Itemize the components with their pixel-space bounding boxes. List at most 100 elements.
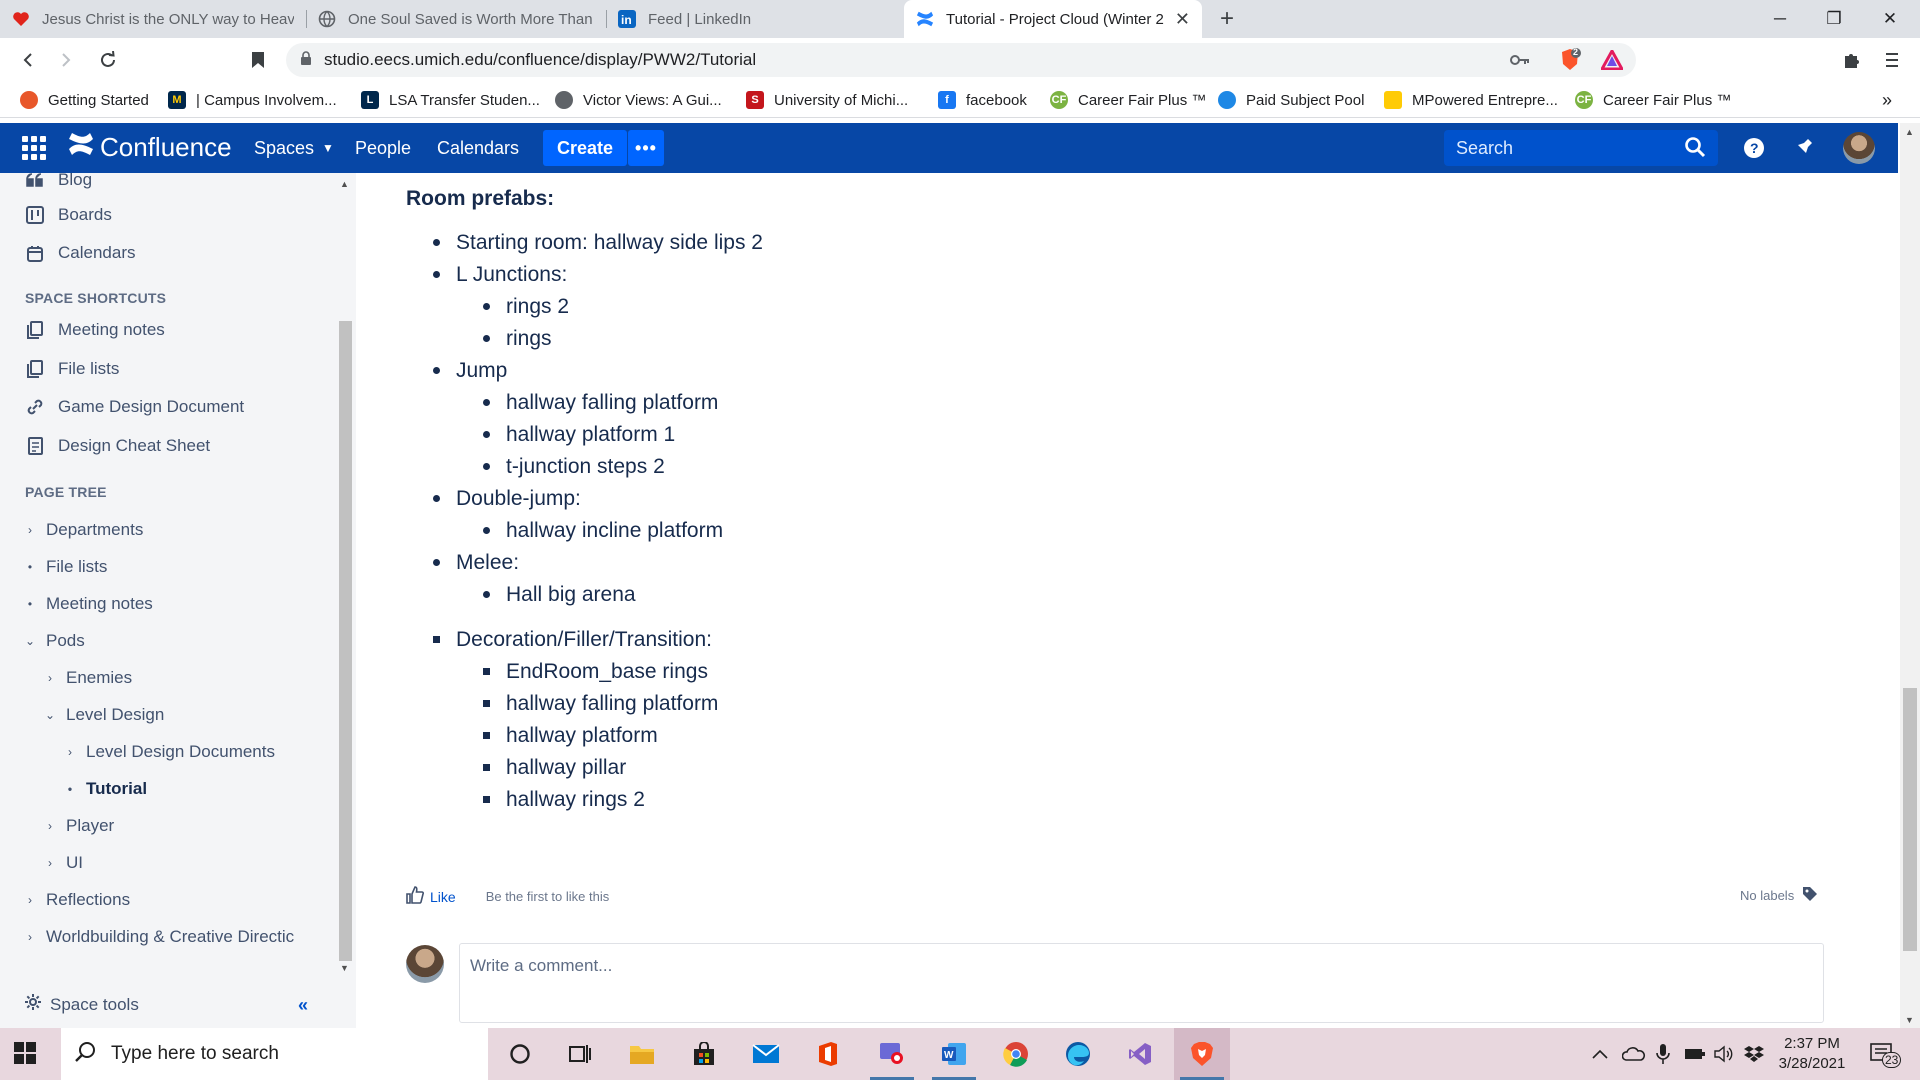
browser-tab[interactable]: Jesus Christ is the ONLY way to Heave bbox=[0, 0, 306, 38]
chevron-right-icon[interactable]: › bbox=[20, 523, 40, 537]
tree-item-level-design[interactable]: ⌄ Level Design bbox=[40, 700, 164, 730]
notifications-icon[interactable] bbox=[1788, 133, 1818, 163]
search-input[interactable]: Search bbox=[1444, 130, 1718, 166]
browser-tab[interactable]: One Soul Saved is Worth More Than A bbox=[306, 0, 606, 38]
chevron-down-icon[interactable]: ⌄ bbox=[20, 634, 40, 648]
shortcut-design-cheat-sheet[interactable]: Design Cheat Sheet bbox=[24, 431, 210, 461]
confluence-logo[interactable]: Confluence bbox=[68, 132, 232, 163]
chevron-right-icon[interactable]: › bbox=[40, 671, 60, 685]
chevron-down-icon[interactable]: ⌄ bbox=[40, 708, 60, 722]
space-tools-button[interactable]: Space tools bbox=[24, 993, 139, 1016]
taskbar-search[interactable]: Type here to search bbox=[61, 1028, 488, 1080]
tree-item-enemies[interactable]: › Enemies bbox=[40, 663, 132, 693]
address-bar[interactable]: studio.eecs.umich.edu/confluence/display… bbox=[286, 43, 1636, 77]
labels-section[interactable]: No labels bbox=[1740, 886, 1818, 905]
like-button[interactable]: Like bbox=[430, 889, 456, 905]
edge-icon[interactable] bbox=[1050, 1028, 1106, 1080]
key-icon[interactable] bbox=[1506, 46, 1534, 74]
close-window-button[interactable]: ✕ bbox=[1862, 0, 1918, 38]
menu-icon[interactable] bbox=[1878, 46, 1906, 74]
snipping-tool-icon[interactable] bbox=[864, 1028, 920, 1080]
sidebar-scrollbar-thumb[interactable] bbox=[339, 321, 352, 961]
office-icon[interactable] bbox=[800, 1028, 856, 1080]
scroll-up-icon[interactable]: ▲ bbox=[1905, 127, 1914, 137]
sidebar-scrollbar[interactable]: ▲ ▼ bbox=[337, 173, 354, 978]
tree-item-meeting-notes[interactable]: • Meeting notes bbox=[20, 589, 153, 619]
extensions-icon[interactable] bbox=[1838, 46, 1866, 74]
help-icon[interactable]: ? bbox=[1739, 133, 1769, 163]
sidebar-item-blog[interactable]: Blog bbox=[24, 173, 92, 195]
page-scrollbar[interactable]: ▲ ▼ bbox=[1900, 123, 1920, 1028]
system-clock[interactable]: 2:37 PM 3/28/2021 bbox=[1770, 1034, 1854, 1074]
bookmark-item[interactable]: M | Campus Involvem... bbox=[168, 82, 337, 118]
more-bookmarks-icon[interactable]: » bbox=[1882, 82, 1892, 118]
dropbox-icon[interactable] bbox=[1744, 1028, 1764, 1080]
battery-icon[interactable] bbox=[1684, 1028, 1706, 1080]
volume-icon[interactable] bbox=[1714, 1028, 1734, 1080]
word-icon[interactable]: W bbox=[926, 1028, 982, 1080]
shortcut-meeting-notes[interactable]: Meeting notes bbox=[24, 315, 165, 345]
tree-item-player[interactable]: › Player bbox=[40, 811, 114, 841]
store-icon[interactable] bbox=[676, 1028, 732, 1080]
page-scrollbar-thumb[interactable] bbox=[1903, 688, 1917, 951]
visual-studio-icon[interactable] bbox=[1112, 1028, 1168, 1080]
chevron-right-icon[interactable]: › bbox=[40, 819, 60, 833]
bookmark-item[interactable]: Victor Views: A Gui... bbox=[555, 82, 722, 118]
task-view-icon[interactable] bbox=[552, 1028, 608, 1080]
mail-icon[interactable] bbox=[738, 1028, 794, 1080]
reload-button[interactable] bbox=[94, 46, 122, 74]
scroll-up-icon[interactable]: ▲ bbox=[340, 179, 349, 189]
file-explorer-icon[interactable] bbox=[614, 1028, 670, 1080]
chevron-right-icon[interactable]: › bbox=[60, 745, 80, 759]
nav-spaces[interactable]: Spaces ▼ bbox=[254, 123, 334, 173]
new-tab-button[interactable]: + bbox=[1212, 0, 1242, 38]
chevron-right-icon[interactable]: › bbox=[20, 893, 40, 907]
windows-start-icon[interactable] bbox=[14, 1042, 36, 1064]
shortcut-game-design-document[interactable]: Game Design Document bbox=[24, 392, 244, 422]
tree-item-worldbuilding[interactable]: › Worldbuilding & Creative Directic bbox=[20, 922, 294, 952]
bookmark-item[interactable]: S University of Michi... bbox=[746, 82, 908, 118]
brave-shield-icon[interactable]: 2 bbox=[1556, 46, 1584, 74]
forward-button[interactable] bbox=[52, 46, 80, 74]
microphone-icon[interactable] bbox=[1656, 1028, 1670, 1080]
scroll-down-icon[interactable]: ▼ bbox=[340, 963, 349, 973]
sidebar-item-calendars[interactable]: Calendars bbox=[24, 238, 136, 268]
onedrive-icon[interactable] bbox=[1622, 1028, 1646, 1080]
collapse-sidebar-icon[interactable]: « bbox=[298, 995, 308, 1016]
minimize-button[interactable]: ─ bbox=[1752, 0, 1808, 38]
thumbs-up-icon[interactable] bbox=[406, 886, 424, 907]
browser-tab-active[interactable]: Tutorial - Project Cloud (Winter 2 ✕ bbox=[904, 0, 1202, 38]
tree-item-tutorial[interactable]: • Tutorial bbox=[60, 774, 147, 804]
action-center-icon[interactable]: 23 bbox=[1870, 1028, 1902, 1080]
close-tab-icon[interactable]: ✕ bbox=[1167, 9, 1190, 30]
tag-icon[interactable] bbox=[1802, 886, 1818, 905]
scroll-down-icon[interactable]: ▼ bbox=[1905, 1015, 1914, 1025]
bookmark-icon[interactable] bbox=[244, 46, 272, 74]
brave-rewards-icon[interactable] bbox=[1598, 46, 1626, 74]
app-switcher-icon[interactable] bbox=[22, 136, 46, 160]
nav-calendars[interactable]: Calendars bbox=[437, 123, 519, 173]
sidebar-item-boards[interactable]: Boards bbox=[24, 200, 112, 230]
tree-item-ui[interactable]: › UI bbox=[40, 848, 83, 878]
bookmark-item[interactable]: f facebook bbox=[938, 82, 1027, 118]
nav-people[interactable]: People bbox=[355, 123, 411, 173]
tree-item-pods[interactable]: ⌄ Pods bbox=[20, 626, 85, 656]
chrome-icon[interactable] bbox=[988, 1028, 1044, 1080]
cortana-icon[interactable] bbox=[492, 1028, 548, 1080]
tree-item-level-design-documents[interactable]: › Level Design Documents bbox=[60, 737, 275, 767]
bookmark-item[interactable]: CF Career Fair Plus ™ bbox=[1575, 82, 1731, 118]
avatar[interactable] bbox=[1843, 132, 1875, 164]
bookmark-item[interactable]: L LSA Transfer Studen... bbox=[361, 82, 540, 118]
tree-item-file-lists[interactable]: • File lists bbox=[20, 552, 108, 582]
tree-item-departments[interactable]: › Departments bbox=[20, 515, 143, 545]
more-create-button[interactable]: ••• bbox=[628, 130, 664, 166]
bookmark-item[interactable]: Paid Subject Pool bbox=[1218, 82, 1364, 118]
back-button[interactable] bbox=[14, 46, 42, 74]
bookmark-item[interactable]: Getting Started bbox=[20, 82, 149, 118]
comment-input[interactable]: Write a comment... bbox=[459, 943, 1824, 1023]
bookmark-item[interactable]: MPowered Entrepre... bbox=[1384, 82, 1558, 118]
restore-button[interactable]: ❐ bbox=[1806, 0, 1862, 38]
show-hidden-icons[interactable] bbox=[1592, 1028, 1608, 1080]
bookmark-item[interactable]: CF Career Fair Plus ™ bbox=[1050, 82, 1206, 118]
brave-icon[interactable] bbox=[1174, 1028, 1230, 1080]
